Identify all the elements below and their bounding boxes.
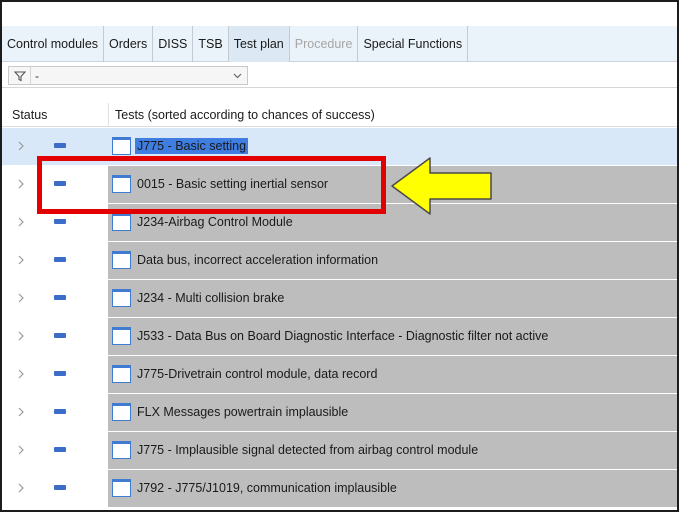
test-row[interactable]: FLX Messages powertrain implausible	[2, 394, 677, 431]
test-label: Data bus, incorrect acceleration informa…	[137, 253, 379, 267]
chevron-right-icon[interactable]	[16, 406, 26, 418]
column-status[interactable]: Status	[12, 108, 47, 122]
tab-orders[interactable]: Orders	[104, 26, 154, 62]
column-header: Status Tests (sorted according to chance…	[2, 103, 677, 127]
status-indicator	[54, 485, 66, 490]
document-icon	[112, 403, 131, 421]
test-label: FLX Messages powertrain implausible	[137, 405, 349, 419]
test-label: J533 - Data Bus on Board Diagnostic Inte…	[137, 329, 549, 343]
tab-diss[interactable]: DISS	[153, 26, 194, 62]
document-icon	[112, 251, 131, 269]
test-row[interactable]: J775-Drivetrain control module, data rec…	[2, 356, 677, 393]
filter-bar: -	[2, 63, 677, 88]
test-label: J234 - Multi collision brake	[137, 291, 285, 305]
tab-bar: Control modules Orders DISS TSB Test pla…	[2, 26, 677, 62]
test-row[interactable]: J775 - Implausible signal detected from …	[2, 432, 677, 469]
filter-dropdown[interactable]: -	[8, 66, 248, 85]
status-indicator	[54, 219, 66, 224]
chevron-right-icon[interactable]	[16, 330, 26, 342]
funnel-icon[interactable]	[9, 67, 31, 84]
chevron-right-icon[interactable]	[16, 292, 26, 304]
chevron-right-icon[interactable]	[16, 482, 26, 494]
column-tests[interactable]: Tests (sorted according to chances of su…	[115, 108, 375, 122]
document-icon	[112, 213, 131, 231]
document-icon	[112, 327, 131, 345]
document-icon	[112, 365, 131, 383]
test-row[interactable]: J533 - Data Bus on Board Diagnostic Inte…	[2, 318, 677, 355]
tab-control-modules[interactable]: Control modules	[2, 26, 105, 62]
tab-special-functions[interactable]: Special Functions	[358, 26, 469, 62]
status-indicator	[54, 409, 66, 414]
test-row[interactable]: Data bus, incorrect acceleration informa…	[2, 242, 677, 279]
document-icon	[112, 137, 131, 155]
test-row[interactable]: J234 - Multi collision brake	[2, 280, 677, 317]
highlight-box	[37, 156, 386, 214]
test-label: J792 - J775/J1019, communication implaus…	[137, 481, 397, 495]
document-icon	[112, 441, 131, 459]
column-divider	[108, 103, 109, 127]
status-indicator	[54, 333, 66, 338]
arrow-left-icon	[391, 157, 492, 215]
document-icon	[112, 289, 131, 307]
tab-test-plan[interactable]: Test plan	[228, 26, 290, 62]
status-indicator	[54, 295, 66, 300]
status-indicator	[54, 143, 66, 148]
test-label: J775-Drivetrain control module, data rec…	[137, 367, 378, 381]
chevron-right-icon[interactable]	[16, 140, 26, 152]
test-label: J775 - Implausible signal detected from …	[137, 443, 479, 457]
chevron-right-icon[interactable]	[16, 368, 26, 380]
chevron-right-icon[interactable]	[16, 254, 26, 266]
chevron-right-icon[interactable]	[16, 444, 26, 456]
filter-value: -	[35, 68, 39, 83]
chevron-down-icon[interactable]	[227, 73, 247, 79]
test-label: J775 - Basic setting	[135, 138, 249, 154]
tab-procedure: Procedure	[290, 26, 359, 62]
test-row[interactable]: J792 - J775/J1019, communication implaus…	[2, 470, 677, 507]
document-icon	[112, 479, 131, 497]
test-label: J234-Airbag Control Module	[137, 215, 293, 229]
app-window: Control modules Orders DISS TSB Test pla…	[0, 0, 679, 512]
status-indicator	[54, 257, 66, 262]
chevron-right-icon[interactable]	[16, 216, 26, 228]
chevron-right-icon[interactable]	[16, 178, 26, 190]
tab-tsb[interactable]: TSB	[193, 26, 229, 62]
status-indicator	[54, 371, 66, 376]
status-indicator	[54, 447, 66, 452]
